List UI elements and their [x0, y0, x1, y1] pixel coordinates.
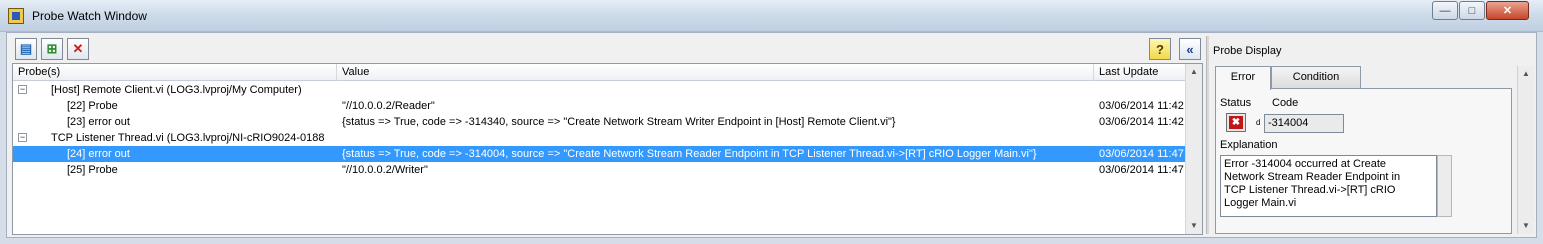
status-indicator: ✖ — [1226, 113, 1246, 132]
explanation-label: Explanation — [1220, 139, 1278, 151]
scroll-down-icon[interactable]: ▼ — [1518, 218, 1534, 234]
code-radix-indicator: d — [1256, 118, 1261, 127]
code-field: -314004 — [1264, 114, 1344, 133]
scroll-down-icon[interactable]: ▼ — [1186, 218, 1202, 234]
probe-last-update: 03/06/2014 11:47 — [1099, 164, 1184, 176]
probe-name: [25] Probe — [67, 164, 118, 176]
scroll-up-icon[interactable]: ▲ — [1186, 64, 1202, 80]
explanation-line: Network Stream Reader Endpoint in — [1224, 171, 1401, 183]
table-row[interactable]: − TCP Listener Thread.vi (LOG3.lvproj/NI… — [13, 130, 1186, 146]
tab-error[interactable]: Error — [1215, 66, 1271, 90]
column-header-last-update[interactable]: Last Update — [1094, 64, 1186, 81]
tab-condition[interactable]: Condition — [1271, 66, 1361, 89]
probe-value — [342, 82, 1092, 98]
probe-value: "//10.0.0.2/Writer" — [342, 164, 428, 176]
maximize-button[interactable]: □ — [1459, 1, 1485, 20]
explanation-line: Logger Main.vi — [1224, 197, 1297, 209]
probe-name: [Host] Remote Client.vi (LOG3.lvproj/My … — [51, 84, 302, 96]
column-header-probes[interactable]: Probe(s) — [13, 64, 337, 81]
collapse-toggle-icon[interactable]: − — [18, 133, 27, 142]
probe-value: "//10.0.0.2/Reader" — [342, 100, 435, 112]
explanation-scrollbar[interactable] — [1437, 155, 1452, 217]
probe-table: Probe(s) Value Last Update − [Host] Remo… — [12, 63, 1203, 235]
open-probe-icon: ▤ — [19, 41, 33, 56]
minimize-button[interactable]: — — [1432, 1, 1458, 20]
window-title: Probe Watch Window — [32, 9, 147, 23]
title-bar: Probe Watch Window — □ ✕ — [0, 0, 1543, 32]
probe-last-update: 03/06/2014 11:47 — [1099, 148, 1184, 160]
probe-value: {status => True, code => -314004, source… — [342, 148, 1037, 160]
status-label: Status — [1220, 97, 1252, 109]
double-chevron-left-icon: « — [1186, 41, 1194, 57]
probe-value: {status => True, code => -314340, source… — [342, 116, 896, 128]
table-row[interactable]: [22] Probe "//10.0.0.2/Reader" 03/06/201… — [13, 98, 1186, 114]
explanation-line: Error -314004 occurred at Create — [1224, 158, 1387, 170]
explanation-text: Error -314004 occurred at Create Network… — [1220, 155, 1437, 217]
probe-last-update: 03/06/2014 11:42 — [1099, 100, 1184, 112]
probe-value — [342, 130, 1092, 146]
column-header-value[interactable]: Value — [337, 64, 1094, 81]
error-tab-panel: Status Code ✖ d -314004 Explanation Erro… — [1215, 88, 1512, 234]
labview-app-icon — [8, 8, 24, 24]
table-vertical-scrollbar[interactable]: ▲ ▼ — [1185, 64, 1202, 234]
table-row[interactable]: − [Host] Remote Client.vi (LOG3.lvproj/M… — [13, 82, 1186, 98]
probe-name: [23] error out — [67, 116, 130, 128]
explanation-line: TCP Listener Thread.vi->[RT] cRIO — [1224, 184, 1396, 196]
help-icon: ? — [1156, 41, 1164, 57]
delete-probe-button[interactable]: ✕ — [67, 38, 89, 60]
scroll-up-icon[interactable]: ▲ — [1518, 66, 1534, 82]
collapse-probe-display-button[interactable]: « — [1179, 38, 1201, 60]
table-row-selected[interactable]: [24] error out {status => True, code => … — [13, 146, 1186, 162]
probe-name: TCP Listener Thread.vi (LOG3.lvproj/NI-c… — [51, 132, 325, 144]
open-probe-button[interactable]: ▤ — [15, 38, 37, 60]
collapse-toggle-icon[interactable]: − — [18, 85, 27, 94]
probe-name: [24] error out — [67, 148, 130, 160]
probe-last-update: 03/06/2014 11:42 — [1099, 116, 1184, 128]
probe-last-update — [1099, 82, 1186, 98]
probe-watch-client-area: ▤ ⊞ ✕ ? « Probe(s) Value Last Update − [… — [6, 32, 1537, 238]
error-x-icon: ✖ — [1229, 116, 1243, 129]
add-probe-button[interactable]: ⊞ — [41, 38, 63, 60]
probe-display-title: Probe Display — [1213, 45, 1282, 57]
code-label: Code — [1272, 97, 1299, 109]
probe-display-vertical-scrollbar[interactable]: ▲ ▼ — [1517, 66, 1534, 234]
delete-probe-icon: ✕ — [72, 41, 84, 56]
table-header: Probe(s) Value Last Update — [13, 64, 1186, 81]
close-button[interactable]: ✕ — [1486, 1, 1529, 20]
table-row[interactable]: [23] error out {status => True, code => … — [13, 114, 1186, 130]
panel-splitter[interactable] — [1206, 36, 1209, 234]
probe-last-update — [1099, 130, 1186, 146]
help-button[interactable]: ? — [1149, 38, 1171, 60]
table-row[interactable]: [25] Probe "//10.0.0.2/Writer" 03/06/201… — [13, 162, 1186, 178]
add-probe-icon: ⊞ — [46, 41, 58, 56]
probe-name: [22] Probe — [67, 100, 118, 112]
